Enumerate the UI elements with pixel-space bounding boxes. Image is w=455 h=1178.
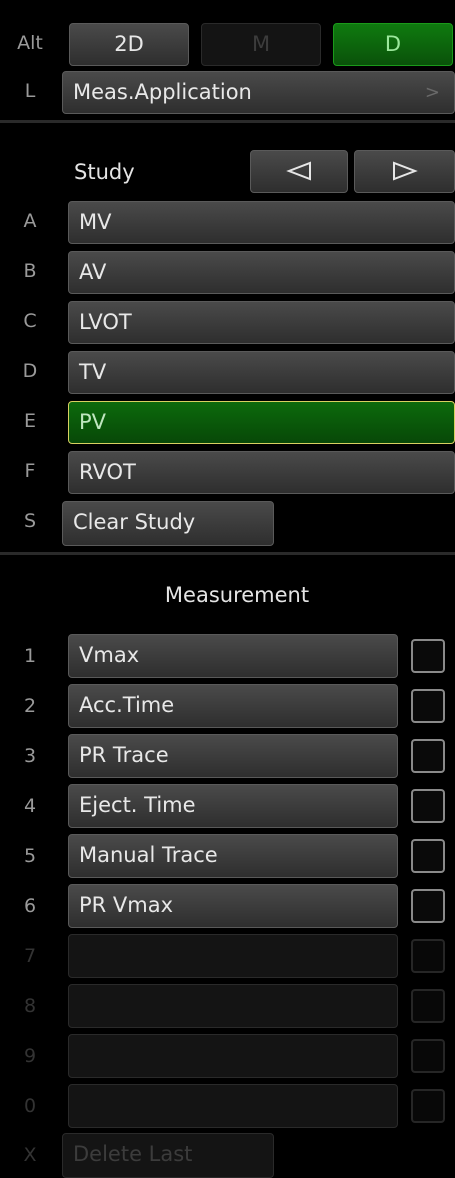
meas-checkbox-4[interactable] [411,789,445,823]
study-prev-button[interactable] [250,150,348,193]
study-key-a: A [23,210,37,232]
clear-study-key: S [23,510,37,532]
l-key-label: L [24,80,36,102]
triangle-left-icon [286,161,311,181]
meas-item-pr-trace[interactable]: PR Trace [68,734,398,778]
meas-checkbox-5[interactable] [411,839,445,873]
meas-item-eject-time[interactable]: Eject. Time [68,784,398,828]
meas-checkbox-0[interactable] [411,1089,445,1123]
meas-key-1: 1 [23,645,37,667]
study-title: Study [74,160,135,184]
clear-study-button[interactable]: Clear Study [62,501,274,546]
meas-item-vmax[interactable]: Vmax [68,634,398,678]
alt-key-label: Alt [17,32,43,54]
meas-key-2: 2 [23,695,37,717]
meas-key-6: 6 [23,895,37,917]
meas-item-manual-trace[interactable]: Manual Trace [68,834,398,878]
meas-item-empty-7[interactable] [68,934,398,978]
meas-application-label: Meas.Application [73,80,252,104]
section-divider [0,120,455,123]
meas-application-button[interactable]: Meas.Application > [62,71,455,114]
study-key-b: B [23,260,37,282]
meas-item-empty-0[interactable] [68,1084,398,1128]
chevron-right-icon: > [424,82,440,103]
study-next-button[interactable] [354,150,455,193]
section-divider [0,552,455,555]
meas-key-7: 7 [23,945,37,967]
meas-key-9: 9 [23,1045,37,1067]
mode-2d-button[interactable]: 2D [69,23,189,66]
measurement-title: Measurement [164,583,310,607]
triangle-right-icon [392,161,418,181]
study-item-tv[interactable]: TV [68,351,455,394]
study-item-mv[interactable]: MV [68,201,455,244]
meas-item-pr-vmax[interactable]: PR Vmax [68,884,398,928]
study-item-rvot[interactable]: RVOT [68,451,455,494]
study-item-av[interactable]: AV [68,251,455,294]
study-key-c: C [23,310,37,332]
study-item-pv[interactable]: PV [68,401,455,444]
meas-item-empty-9[interactable] [68,1034,398,1078]
delete-last-key: X [23,1144,37,1166]
meas-key-8: 8 [23,995,37,1017]
meas-item-acc-time[interactable]: Acc.Time [68,684,398,728]
mode-m-button[interactable]: M [201,23,321,66]
meas-checkbox-9[interactable] [411,1039,445,1073]
study-item-lvot[interactable]: LVOT [68,301,455,344]
meas-checkbox-1[interactable] [411,639,445,673]
meas-checkbox-6[interactable] [411,889,445,923]
meas-checkbox-7[interactable] [411,939,445,973]
study-key-e: E [23,410,36,432]
meas-key-4: 4 [23,795,37,817]
mode-d-button[interactable]: D [333,23,453,66]
meas-checkbox-3[interactable] [411,739,445,773]
meas-checkbox-8[interactable] [411,989,445,1023]
study-key-f: F [24,460,36,482]
meas-key-0: 0 [23,1095,37,1117]
meas-key-5: 5 [23,845,37,867]
study-key-d: D [22,360,38,382]
delete-last-button[interactable]: Delete Last [62,1133,274,1178]
meas-item-empty-8[interactable] [68,984,398,1028]
meas-checkbox-2[interactable] [411,689,445,723]
meas-key-3: 3 [23,745,37,767]
